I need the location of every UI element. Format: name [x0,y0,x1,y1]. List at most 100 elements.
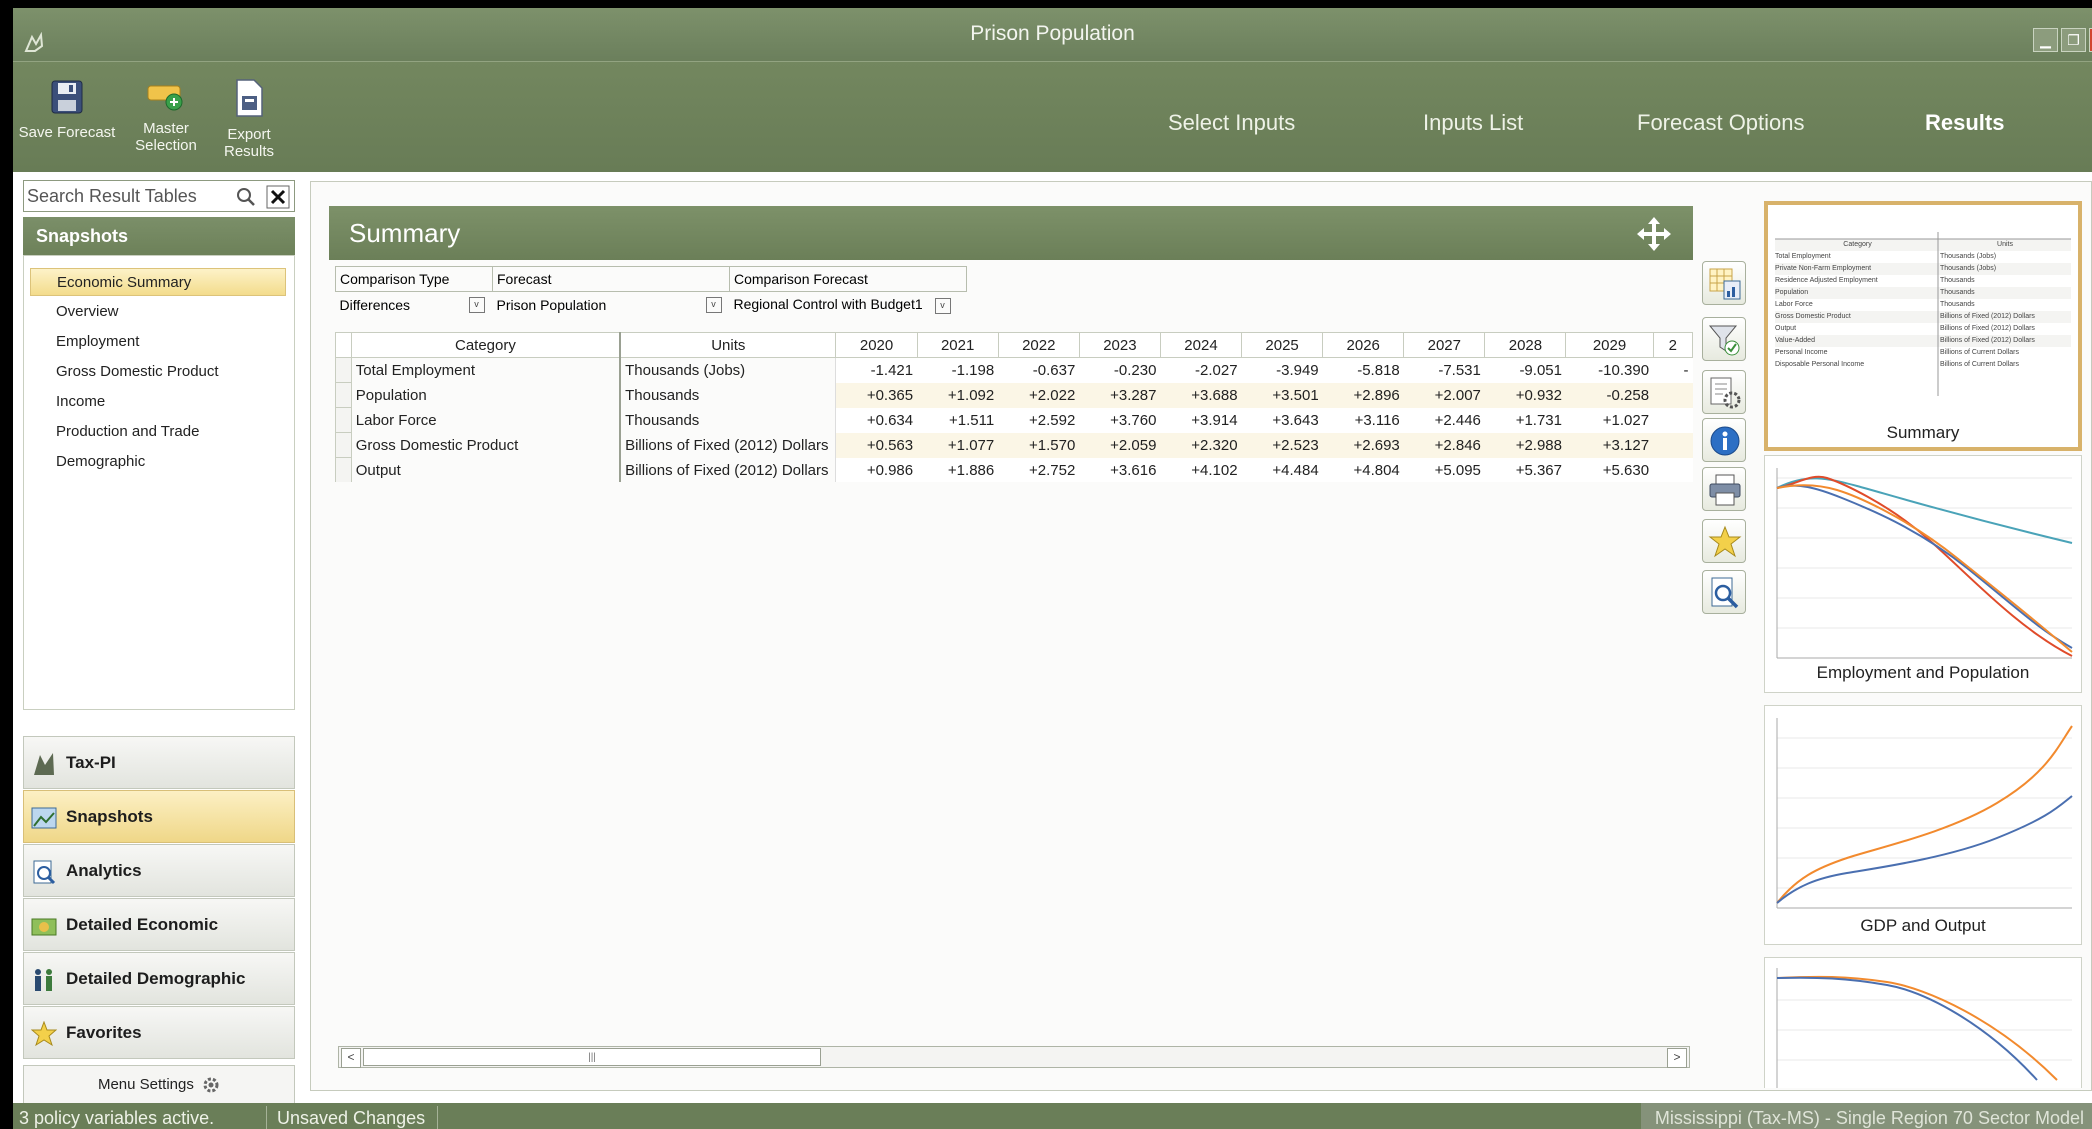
search-icon[interactable] [235,186,257,208]
master-label-line2: Selection [135,137,197,154]
horizontal-scrollbar[interactable]: < ||| > [338,1046,1690,1068]
save-forecast-button[interactable]: Save Forecast [17,78,117,141]
table-row[interactable]: Output Billions of Fixed (2012) Dollars +0… [335,457,1693,482]
analyze-button[interactable] [1702,570,1746,614]
print-button[interactable] [1702,467,1746,511]
cell-units: Thousands [620,407,837,433]
tab-inputs-list[interactable]: Inputs List [1423,110,1523,136]
snapshot-item-overview[interactable]: Overview [30,298,286,326]
cell-value: +2.022 [998,382,1080,408]
snapshot-item-gdp[interactable]: Gross Domestic Product [30,358,286,386]
chevron-down-icon[interactable]: v [705,297,722,313]
export-results-button[interactable]: Export Results [219,78,279,160]
restore-button[interactable]: ❐ [2061,28,2086,52]
chevron-down-icon[interactable]: v [468,297,485,313]
results-grid: Category Units 2020 2021 2022 2023 2024 2025 202… [335,332,1693,482]
table-chart-button[interactable] [1702,261,1746,305]
cell-value: +3.127 [1565,432,1654,458]
category-detailed-demographic[interactable]: Detailed Demographic [23,952,295,1005]
column-header-year[interactable]: 2025 [1241,332,1324,358]
clear-search-icon[interactable] [266,185,290,209]
settings-report-button[interactable] [1702,370,1746,414]
minimize-button[interactable]: ▁ [2033,28,2058,52]
column-header-year[interactable]: 2021 [916,332,999,358]
scroll-left-button[interactable]: < [341,1048,361,1068]
info-button[interactable] [1702,418,1746,462]
scroll-right-button[interactable]: > [1667,1048,1687,1068]
snapshots-icon [31,807,57,829]
snapshot-item-economic-summary[interactable]: Economic Summary [30,268,286,296]
snapshots-list: Economic Summary Overview Employment Gro… [23,255,295,710]
search-input[interactable] [27,184,227,208]
export-label-line1: Export [227,126,271,143]
cell-value: -7.531 [1403,357,1485,383]
analytics-icon [33,860,56,885]
filter-button[interactable] [1702,317,1746,361]
thumb-cell-units: Billions of Fixed (2012) Dollars [1940,337,2035,344]
column-header-year[interactable]: 2 [1652,332,1693,358]
cell-value: - [1653,357,1693,383]
category-favorites[interactable]: Favorites [23,1006,295,1059]
column-header-year[interactable]: 2020 [835,332,918,358]
column-header-year[interactable]: 2024 [1159,332,1243,358]
tab-forecast-options[interactable]: Forecast Options [1637,110,1805,136]
column-header-year[interactable]: 2027 [1403,332,1486,358]
column-header-year[interactable]: 2028 [1484,332,1567,358]
tab-select-inputs[interactable]: Select Inputs [1168,110,1295,136]
row-header[interactable] [335,357,352,383]
forecast-dropdown[interactable]: Prison Population v [493,292,730,319]
thumbnail-additional-chart[interactable] [1764,957,2082,1088]
row-header[interactable] [335,407,352,433]
snapshot-item-employment[interactable]: Employment [30,328,286,356]
forecast-header: Forecast [492,266,730,292]
table-row[interactable]: Population Thousands +0.365 +1.092 +2.022 +3.… [335,382,1693,408]
comparison-settings: Comparison Type Forecast Comparison Fore… [335,266,967,318]
favorite-button[interactable] [1702,519,1746,563]
summary-thumbnail-content: Category Units Total Employment Thousands… [1775,239,2077,371]
menu-settings-button[interactable]: Menu Settings [23,1065,295,1105]
cell-value: +2.592 [998,407,1080,433]
comparison-type-dropdown[interactable]: Differences v [336,292,493,319]
column-header-units[interactable]: Units [619,332,837,358]
cell-value: +1.077 [917,432,999,458]
snapshot-item-production-trade[interactable]: Production and Trade [30,418,286,446]
table-row[interactable]: Total Employment Thousands (Jobs) -1.421 -1… [335,357,1693,383]
category-tax-pi[interactable]: Tax-PI [23,736,295,789]
cell-value: +3.688 [1160,382,1242,408]
thumbnail-summary[interactable]: Category Units Total Employment Thousands… [1764,201,2082,451]
row-header[interactable] [335,457,352,482]
snapshot-item-income[interactable]: Income [30,388,286,416]
category-detailed-economic[interactable]: Detailed Economic [23,898,295,951]
application-window: Prison Population ▁ ❐ ✕ Save Forecast Ma… [13,8,2092,1129]
category-analytics[interactable]: Analytics [23,844,295,897]
thumbnail-gdp-output[interactable]: GDP and Output [1764,705,2082,945]
tax-pi-icon [34,753,54,775]
cell-value: -5.818 [1322,357,1404,383]
column-header-year[interactable]: 2023 [1078,332,1161,358]
comparison-forecast-dropdown[interactable]: Regional Control with Budget1 v [730,292,967,319]
move-icon[interactable] [1635,215,1673,253]
column-header-year[interactable]: 2026 [1322,332,1405,358]
column-header-category[interactable]: Category [350,332,622,358]
master-selection-icon [147,85,183,111]
column-header-year[interactable]: 2029 [1565,332,1654,358]
tab-results[interactable]: Results [1925,110,2004,136]
row-header[interactable] [335,382,352,408]
category-snapshots[interactable]: Snapshots [23,790,295,843]
gdp-output-chart [1776,718,2073,909]
scrollbar-thumb[interactable]: ||| [363,1048,821,1066]
table-row[interactable]: Gross Domestic Product Billions of Fixed … [335,432,1693,458]
thumb-cell-units: Billions of Current Dollars [1940,349,2019,356]
status-separator [266,1106,267,1129]
snapshot-item-demographic[interactable]: Demographic [30,448,286,476]
cell-value: +3.914 [1160,407,1242,433]
thumbnail-employment-population[interactable]: Employment and Population [1764,455,2082,693]
column-header-year[interactable]: 2022 [997,332,1080,358]
table-row[interactable]: Labor Force Thousands +0.634 +1.511 +2.592 +3… [335,407,1693,433]
cell-value: +2.007 [1403,382,1485,408]
row-header[interactable] [335,432,352,458]
chevron-down-icon[interactable]: v [934,297,951,314]
master-selection-button[interactable]: Master Selection [131,78,201,154]
cell-value: +5.367 [1484,457,1566,482]
summary-thumbnail-label: Summary [1886,423,1960,442]
